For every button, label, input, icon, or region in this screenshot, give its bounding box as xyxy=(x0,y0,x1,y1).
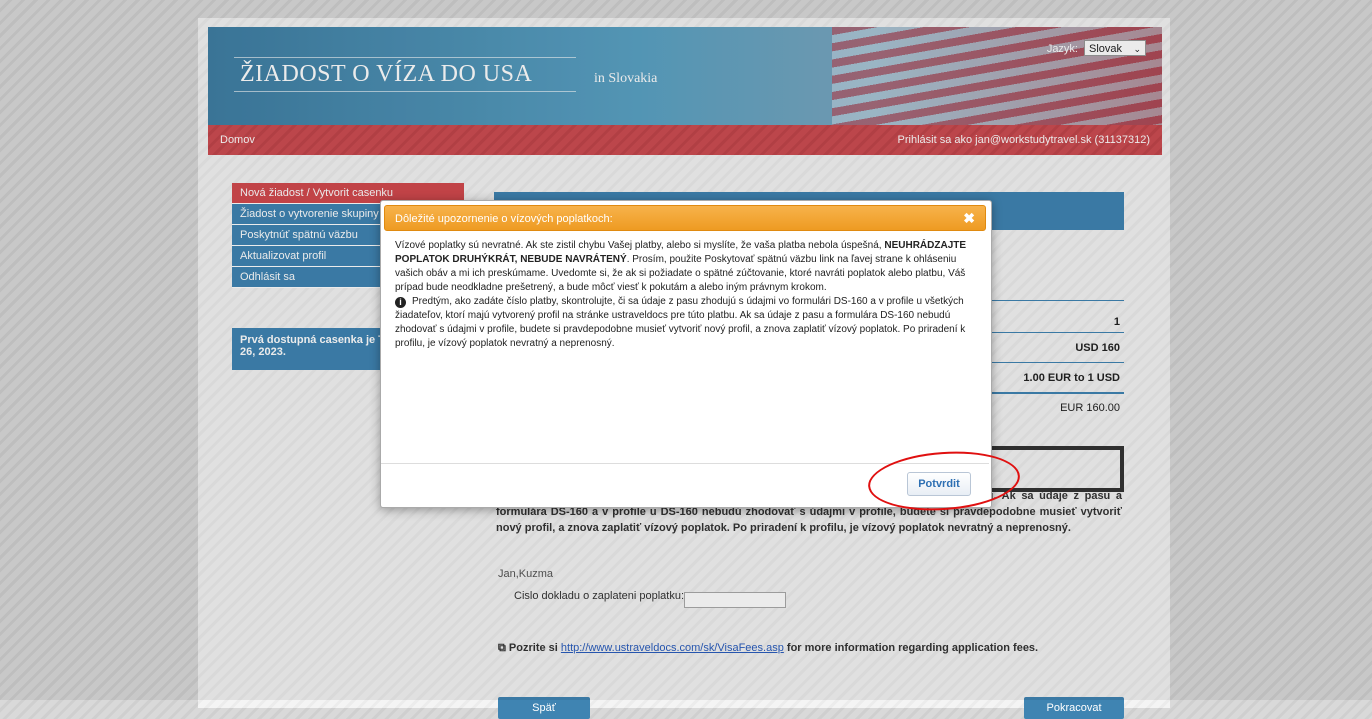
modal-text: Predtým, ako zadáte číslo platby, skontr… xyxy=(395,296,966,349)
modal-text: Vízové poplatky sú nevratné. Ak ste zist… xyxy=(395,240,885,251)
modal-paragraph-2: i Predtým, ako zadáte číslo platby, skont… xyxy=(395,295,979,351)
continue-button[interactable]: Pokracovat xyxy=(1024,697,1124,719)
modal-title: Dôležité upozornenie o vízových poplatko… xyxy=(395,213,613,225)
back-button[interactable]: Späť xyxy=(498,697,590,719)
modal-body: Vízové poplatky sú nevratné. Ak ste zist… xyxy=(395,239,979,351)
modal-paragraph-1: Vízové poplatky sú nevratné. Ak ste zist… xyxy=(395,239,979,295)
modal-header: Dôležité upozornenie o vízových poplatko… xyxy=(384,205,986,231)
close-icon[interactable]: ✖ xyxy=(963,210,975,227)
info-icon: i xyxy=(395,297,406,308)
